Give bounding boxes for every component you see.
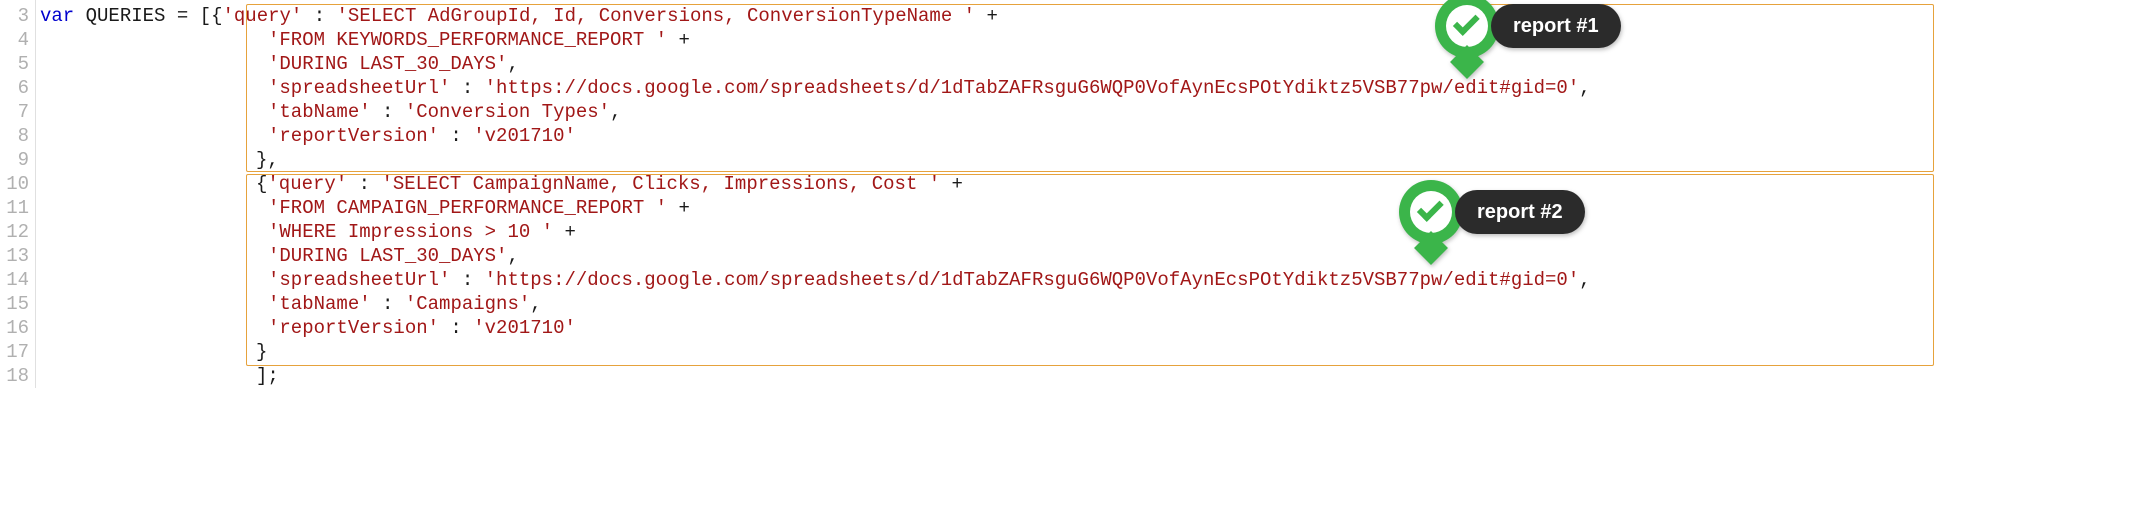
string: 'WHERE Impressions > 10 ' [268,221,553,243]
string: 'FROM KEYWORDS_PERFORMANCE_REPORT ' [268,29,667,51]
check-icon [1399,180,1463,244]
identifier: QUERIES [86,5,166,27]
line-number: 9 [0,148,29,172]
code-line: 'spreadsheetUrl' : 'https://docs.google.… [40,76,2148,100]
string-key: 'tabName' [268,293,371,315]
string: 'DURING LAST_30_DAYS' [268,245,507,267]
code-line: 'spreadsheetUrl' : 'https://docs.google.… [40,268,2148,292]
line-number: 7 [0,100,29,124]
line-number: 16 [0,316,29,340]
code-line: var QUERIES = [{'query' : 'SELECT AdGrou… [40,4,2148,28]
string-key: 'query' [267,173,347,195]
code-line: ]; [40,364,2148,388]
callout-report-2: report #2 [1399,180,1585,244]
code-line: }, [40,148,2148,172]
string: 'v201710' [473,317,576,339]
callout-label: report #1 [1491,4,1621,48]
string: 'Conversion Types' [405,101,610,123]
string-key: 'tabName' [268,101,371,123]
string: 'SELECT AdGroupId, Id, Conversions, Conv… [337,5,976,27]
string-key: 'spreadsheetUrl' [268,269,450,291]
code-line: 'DURING LAST_30_DAYS', [40,244,2148,268]
callout-report-1: report #1 [1435,0,1621,58]
code-line: 'FROM CAMPAIGN_PERFORMANCE_REPORT ' + [40,196,2148,220]
string: 'https://docs.google.com/spreadsheets/d/… [485,77,1580,99]
code-line: } [40,340,2148,364]
bracket: [{ [200,5,223,27]
string: 'https://docs.google.com/spreadsheets/d/… [485,269,1580,291]
code-line: 'tabName' : 'Conversion Types', [40,100,2148,124]
code-area: report #1 report #2 var QUERIES = [{'que… [36,0,2148,388]
string: 'v201710' [473,125,576,147]
string: 'SELECT CampaignName, Clicks, Impression… [381,173,940,195]
line-number: 10 [0,172,29,196]
code-line: 'tabName' : 'Campaigns', [40,292,2148,316]
line-number-gutter: 3456789101112131415161718 [0,0,36,388]
string: 'FROM CAMPAIGN_PERFORMANCE_REPORT ' [268,197,667,219]
line-number: 6 [0,76,29,100]
code-line: 'reportVersion' : 'v201710' [40,316,2148,340]
code-line: 'FROM KEYWORDS_PERFORMANCE_REPORT ' + [40,28,2148,52]
string-key: 'reportVersion' [268,125,439,147]
line-number: 17 [0,340,29,364]
bracket: ]; [256,365,279,387]
code-line: 'WHERE Impressions > 10 ' + [40,220,2148,244]
operator: = [165,5,199,27]
string-key: 'query' [222,5,302,27]
line-number: 13 [0,244,29,268]
bracket: { [256,173,267,195]
line-number: 3 [0,4,29,28]
string: 'Campaigns' [405,293,530,315]
bracket: }, [256,149,279,171]
code-line: 'DURING LAST_30_DAYS', [40,52,2148,76]
line-number: 8 [0,124,29,148]
line-number: 11 [0,196,29,220]
line-number: 4 [0,28,29,52]
callout-label: report #2 [1455,190,1585,234]
keyword: var [40,5,74,27]
line-number: 5 [0,52,29,76]
string-key: 'reportVersion' [268,317,439,339]
string-key: 'spreadsheetUrl' [268,77,450,99]
code-line: 'reportVersion' : 'v201710' [40,124,2148,148]
code-editor: 3456789101112131415161718 report #1 repo… [0,0,2148,388]
string: 'DURING LAST_30_DAYS' [268,53,507,75]
line-number: 15 [0,292,29,316]
check-icon [1435,0,1499,58]
line-number: 18 [0,364,29,388]
bracket: } [256,341,267,363]
code-line: {'query' : 'SELECT CampaignName, Clicks,… [40,172,2148,196]
line-number: 14 [0,268,29,292]
line-number: 12 [0,220,29,244]
